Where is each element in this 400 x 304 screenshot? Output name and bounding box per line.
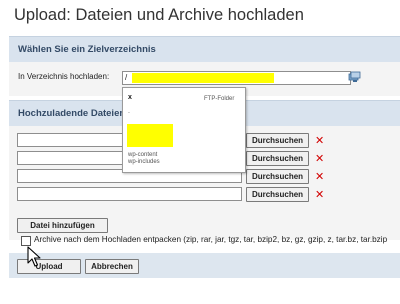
browse-button[interactable]: Durchsuchen xyxy=(246,169,309,184)
page-title: Upload: Dateien und Archive hochladen xyxy=(14,6,304,24)
dir-input[interactable]: / xyxy=(122,71,351,85)
remove-x-icon[interactable]: ✕ xyxy=(315,189,324,200)
dropdown-item[interactable]: wp-includes xyxy=(128,159,160,165)
dropdown-item[interactable]: wp-content xyxy=(128,152,157,158)
dir-value: / xyxy=(125,73,128,82)
add-file-button[interactable]: Datei hinzufügen xyxy=(17,218,108,233)
extract-archive-label: Archive nach dem Hochladen entpacken (zi… xyxy=(34,235,388,244)
dropdown-highlight xyxy=(127,124,173,147)
browse-button[interactable]: Durchsuchen xyxy=(246,133,309,148)
dropdown-dot: . xyxy=(128,108,130,115)
cancel-button[interactable]: Abbrechen xyxy=(85,259,139,274)
browse-button[interactable]: Durchsuchen xyxy=(246,151,309,166)
remove-x-icon[interactable]: ✕ xyxy=(315,135,324,146)
directory-dropdown: x FTP-Folder . wp-content wp-includes xyxy=(122,87,246,173)
dir-value-highlight xyxy=(132,73,274,83)
extract-archive-checkbox[interactable] xyxy=(21,236,31,246)
dropdown-item-type: FTP-Folder xyxy=(204,96,235,102)
remove-x-icon[interactable]: ✕ xyxy=(315,171,324,182)
browse-button[interactable]: Durchsuchen xyxy=(246,187,309,202)
file-input[interactable] xyxy=(17,187,242,201)
remove-x-icon[interactable]: ✕ xyxy=(315,153,324,164)
mouse-cursor-icon xyxy=(27,246,41,267)
dir-label: In Verzeichnis hochladen: xyxy=(18,72,110,81)
target-section-header: Wählen Sie ein Zielverzeichnis xyxy=(9,36,400,62)
folder-browse-icon[interactable] xyxy=(348,71,362,83)
dropdown-item-x[interactable]: x xyxy=(128,94,132,101)
